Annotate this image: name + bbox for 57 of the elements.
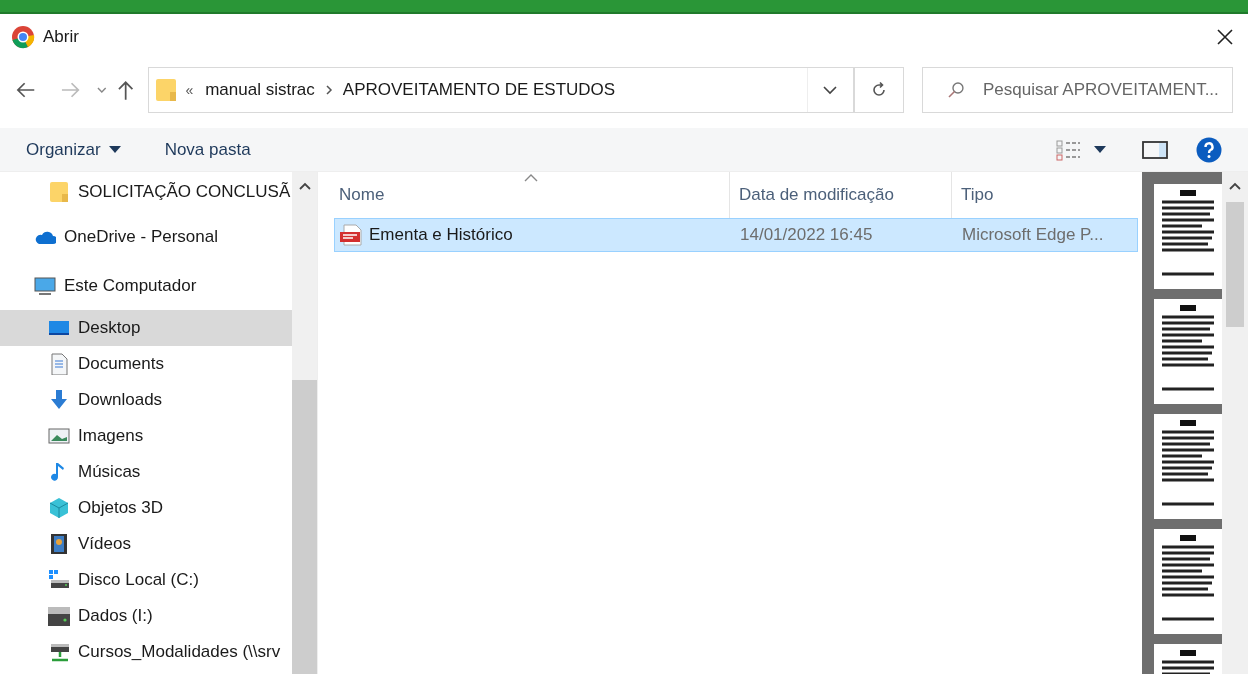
- file-name: Ementa e Histórico: [369, 224, 513, 247]
- sidebar-item[interactable]: Disco Local (C:): [0, 562, 293, 598]
- scrollbar-thumb[interactable]: [292, 380, 317, 674]
- modified-date: 14/01/2022 16:45: [740, 225, 873, 245]
- address-bar[interactable]: « manual sistrac APROVEITAMENTO DE ESTUDOS: [148, 67, 854, 113]
- up-arrow-icon[interactable]: [117, 79, 135, 101]
- window-title: Abrir: [43, 26, 79, 49]
- scrollbar[interactable]: [292, 172, 317, 674]
- sidebar-item[interactable]: Imagens: [0, 418, 293, 454]
- view-options-button[interactable]: [1056, 138, 1106, 161]
- sidebar-item[interactable]: SOLICITAÇÃO CONCLUSÃ: [0, 172, 293, 212]
- sidebar-item[interactable]: Músicas: [0, 454, 293, 490]
- search-input[interactable]: Pesquisar APROVEITAMENT...: [982, 77, 1232, 103]
- back-arrow-icon[interactable]: [15, 81, 37, 99]
- caret-icon[interactable]: [97, 86, 108, 94]
- new-folder-button[interactable]: Nova pasta: [164, 136, 251, 163]
- scroll-up-icon[interactable]: [1229, 182, 1241, 190]
- drive-icon: [48, 569, 70, 591]
- drive-icon: [48, 605, 70, 627]
- folder-icon: [48, 181, 70, 203]
- down-arrow-icon: [48, 389, 70, 411]
- dropdown-caret-icon[interactable]: [823, 85, 838, 95]
- document-icon: [48, 353, 70, 375]
- sidebar-item[interactable]: Downloads: [0, 382, 293, 418]
- browser-logo-icon: [11, 25, 35, 49]
- search-icon: [947, 81, 965, 99]
- monitor-icon: [34, 274, 56, 297]
- sidebar-item[interactable]: Cursos_Modalidades (\\srv: [0, 634, 293, 670]
- pdf-file-icon: [339, 224, 363, 246]
- search-field[interactable]: Pesquisar APROVEITAMENT...: [922, 67, 1233, 113]
- file-row[interactable]: Ementa e Histórico 14/01/2022 16:45 Microsoft Edge P...: [334, 218, 1138, 252]
- column-header[interactable]: Tipo: [952, 172, 1138, 218]
- scroll-up-icon[interactable]: [299, 182, 312, 190]
- picture-icon: [48, 425, 70, 447]
- caret-icon: [1094, 145, 1106, 154]
- breadcrumb[interactable]: manual sistrac: [205, 77, 315, 103]
- scrollbar[interactable]: [1222, 172, 1248, 674]
- caret-icon: [108, 145, 121, 154]
- sidebar-item[interactable]: Dados (I:): [0, 598, 293, 634]
- help-icon[interactable]: [1196, 136, 1222, 163]
- sidebar-item[interactable]: Objetos 3D: [0, 490, 293, 526]
- sidebar-item[interactable]: Este Computador: [0, 261, 293, 310]
- breadcrumb[interactable]: APROVEITAMENTO DE ESTUDOS: [342, 77, 616, 103]
- sidebar-item[interactable]: Documents: [0, 346, 293, 382]
- chevron-icon: [324, 84, 333, 96]
- sidebar-item[interactable]: OneDrive - Personal: [0, 212, 293, 261]
- file-type: Microsoft Edge P...: [962, 225, 1104, 245]
- organize-menu-button[interactable]: Organizar: [26, 136, 121, 163]
- preview-pane-icon[interactable]: [1142, 139, 1168, 160]
- network-drive-icon: [48, 641, 70, 663]
- folder-icon: [155, 78, 178, 102]
- sidebar-item[interactable]: Vídeos: [0, 526, 293, 562]
- film-icon: [48, 533, 70, 555]
- cube-icon: [48, 497, 70, 519]
- scrollbar-thumb[interactable]: [1226, 202, 1244, 327]
- path-overflow[interactable]: «: [185, 79, 194, 101]
- sidebar-item[interactable]: Desktop: [0, 310, 293, 346]
